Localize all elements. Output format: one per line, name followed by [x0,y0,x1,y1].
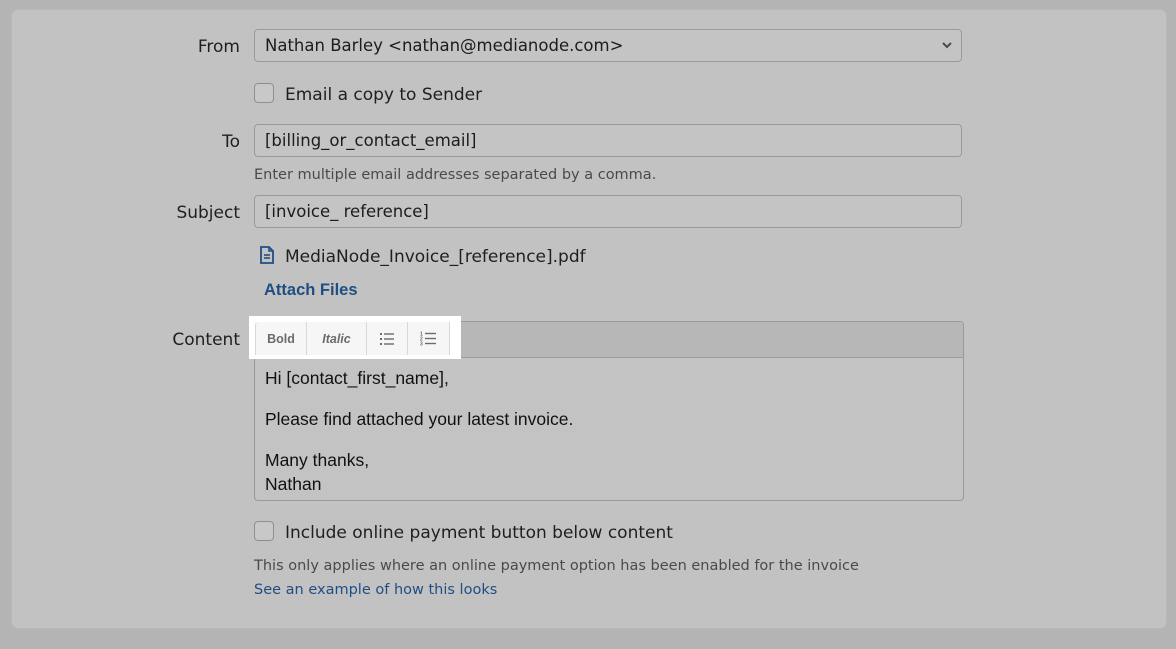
content-label: Content [172,330,240,350]
subject-input-value: [invoice_ reference] [265,202,429,221]
to-input-value: [billing_or_contact_email] [265,131,477,150]
content-signoff: Many thanks, [265,450,370,470]
payment-example-link[interactable]: See an example of how this looks [254,582,497,598]
bold-button[interactable]: Bold [255,322,307,355]
bullet-list-button[interactable] [367,322,408,355]
from-select[interactable]: Nathan Barley <nathan@medianode.com> [254,29,962,62]
to-input[interactable]: [billing_or_contact_email] [254,124,962,157]
document-icon [260,246,274,264]
content-body-line: Please find attached your latest invoice… [265,409,574,429]
to-label: To [222,132,240,152]
attach-files-link[interactable]: Attach Files [264,281,358,300]
attachment-file-name[interactable]: MediaNode_Invoice_[reference].pdf [285,247,586,267]
subject-label: Subject [176,203,240,223]
numbered-list-icon: 1 2 3 [420,332,436,347]
italic-button[interactable]: Italic [307,322,367,355]
from-select-value: Nathan Barley <nathan@medianode.com> [265,36,624,55]
editor-toolbar: Bold Italic 1 2 3 [249,316,461,359]
bullet-list-icon [380,332,394,345]
svg-text:3: 3 [420,342,423,347]
content-signature-name: Nathan [265,474,322,494]
from-label: From [197,37,240,57]
content-editor[interactable]: Bold Italic 1 2 3 Hi [contact_first_name… [249,316,964,501]
copy-sender-label[interactable]: Email a copy to Sender [285,85,482,105]
content-greeting: Hi [contact_first_name], [265,368,449,388]
editor-body[interactable]: Hi [contact_first_name], Please find att… [265,366,953,496]
payment-button-label[interactable]: Include online payment button below cont… [285,523,673,543]
italic-button-label: Italic [322,331,351,346]
bold-button-label: Bold [267,331,295,346]
payment-help-text: This only applies where an online paymen… [254,558,859,574]
numbered-list-button[interactable]: 1 2 3 [408,322,450,355]
chevron-down-icon [942,42,952,49]
payment-button-checkbox[interactable] [254,521,274,541]
subject-input[interactable]: [invoice_ reference] [254,195,962,228]
to-help-text: Enter multiple email addresses separated… [254,167,657,183]
copy-sender-checkbox[interactable] [254,83,274,103]
